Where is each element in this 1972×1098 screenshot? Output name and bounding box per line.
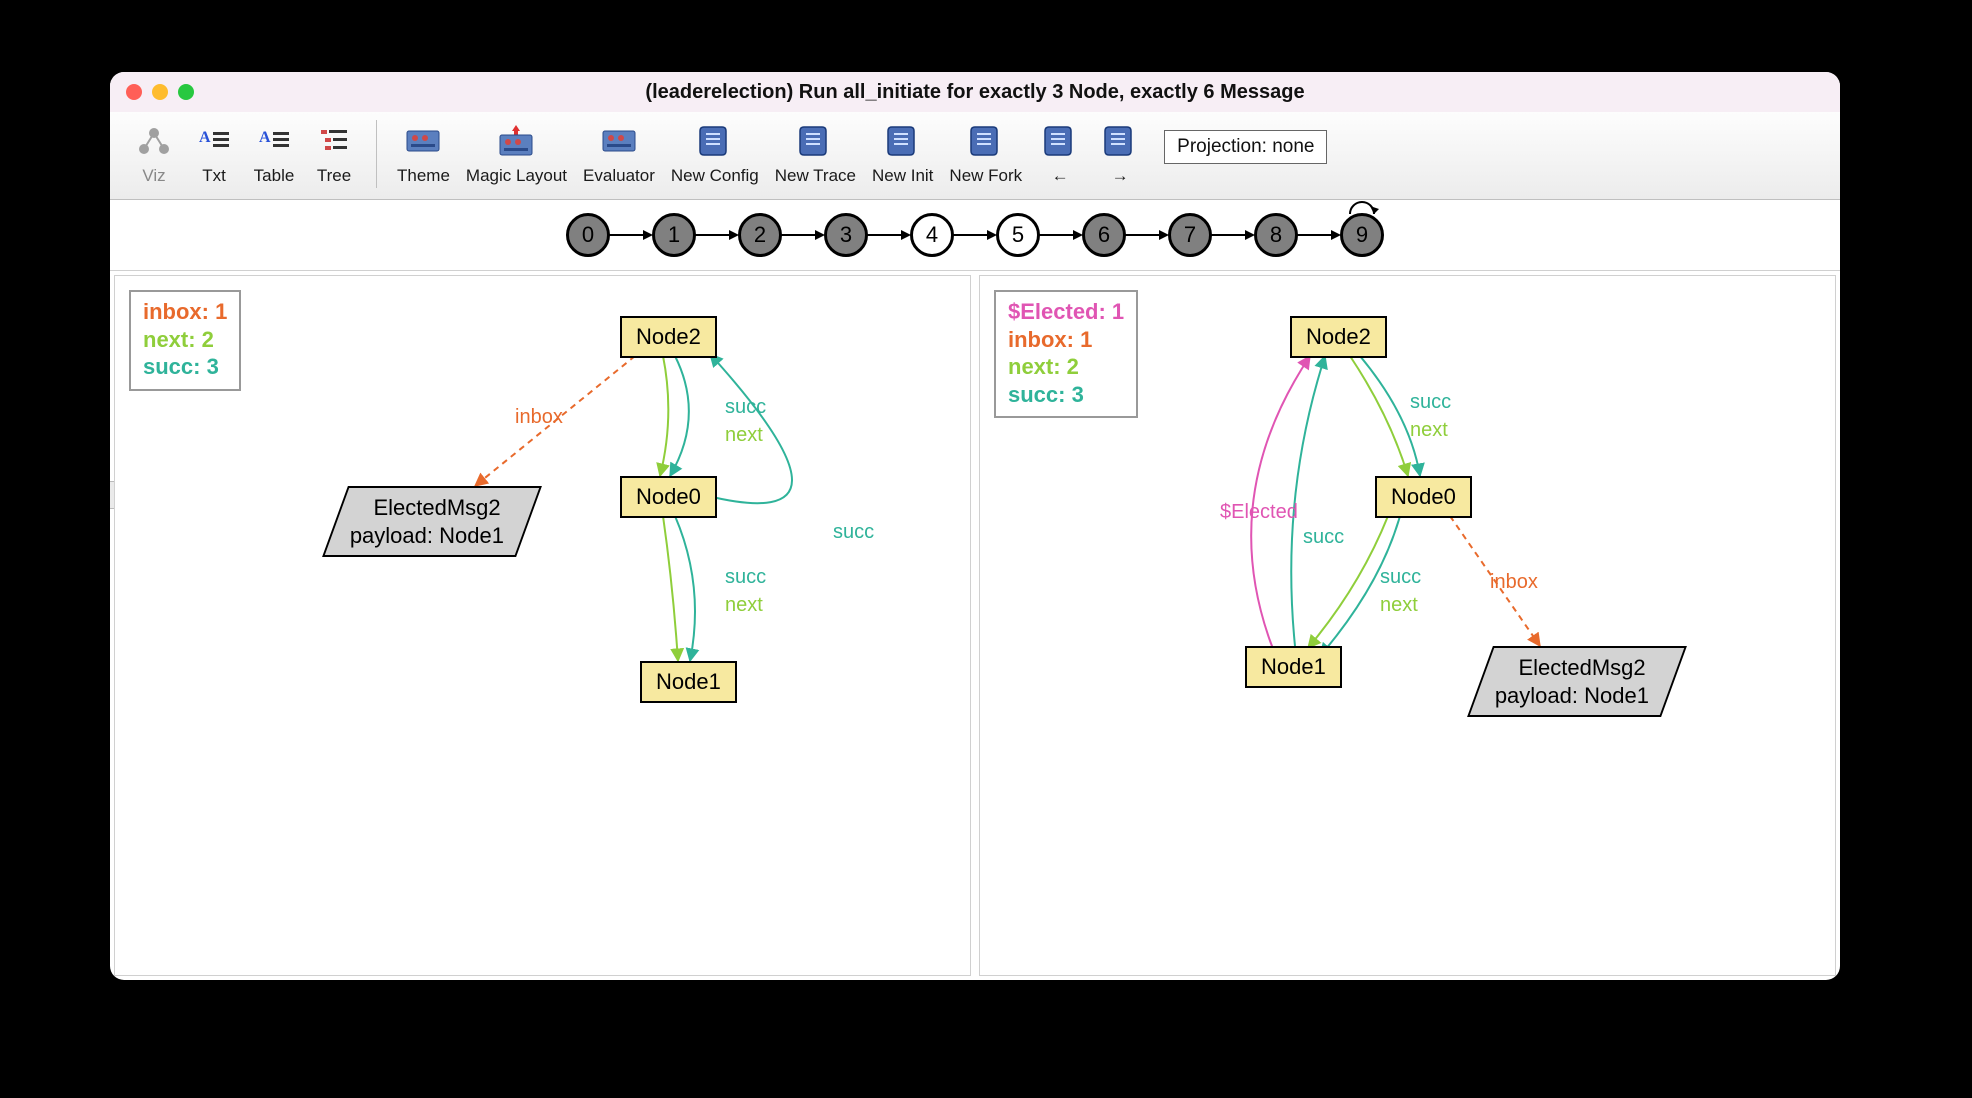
prev-label: ←: [1052, 166, 1069, 186]
legend-item-succ: succ: 3: [143, 353, 227, 381]
theme-button[interactable]: Theme: [389, 120, 458, 186]
new-config-label: New Config: [671, 166, 759, 186]
graph-node-node1[interactable]: Node1: [1245, 646, 1342, 688]
trace-state-2[interactable]: 2: [738, 213, 782, 257]
legend-item-inbox: inbox: 1: [143, 298, 227, 326]
tree-icon: [317, 120, 351, 162]
right-viz-pane[interactable]: $Elected: 1inbox: 1next: 2succ: 3 Node2 N…: [979, 275, 1836, 976]
theme-icon: [403, 120, 443, 162]
viz-icon: [137, 120, 171, 162]
graph-node-node2[interactable]: Node2: [620, 316, 717, 358]
new-fork-button[interactable]: New Fork: [941, 120, 1030, 186]
viz-tab[interactable]: Viz: [124, 120, 184, 186]
scroll-icon: [798, 120, 832, 162]
scroll-icon: [969, 120, 1003, 162]
graph-node-node2[interactable]: Node2: [1290, 316, 1387, 358]
toolbar: Viz A Txt A Table Tree: [110, 112, 1840, 200]
edge-label-inbox: inbox: [515, 406, 563, 429]
scroll-icon: [1043, 120, 1077, 162]
table-tab[interactable]: A Table: [244, 120, 304, 186]
edge-label-succ: succ: [1303, 526, 1344, 549]
magic-layout-button[interactable]: Magic Layout: [458, 120, 575, 186]
trace-state-0[interactable]: 0: [566, 213, 610, 257]
minimize-icon[interactable]: [152, 84, 168, 100]
trace-timeline: 0123456789: [110, 200, 1840, 270]
new-trace-label: New Trace: [775, 166, 856, 186]
content-area: inbox: 1next: 2succ: 3 Node2Node0Node1El…: [110, 270, 1840, 980]
legend: inbox: 1next: 2succ: 3: [129, 290, 241, 391]
theme-label: Theme: [397, 166, 450, 186]
trace-state-9[interactable]: 9: [1340, 213, 1384, 257]
svg-text:A: A: [259, 129, 271, 146]
tree-tab[interactable]: Tree: [304, 120, 364, 186]
projection-label: Projection: none: [1177, 136, 1314, 158]
evaluator-label: Evaluator: [583, 166, 655, 186]
maximize-icon[interactable]: [178, 84, 194, 100]
new-init-button[interactable]: New Init: [864, 120, 941, 186]
edge-label-next: next: [725, 594, 763, 617]
edge-label-next: next: [725, 424, 763, 447]
legend-item-elected: $Elected: 1: [1008, 298, 1124, 326]
legend-item-succ: succ: 3: [1008, 381, 1124, 409]
trace-state-8[interactable]: 8: [1254, 213, 1298, 257]
close-icon[interactable]: [126, 84, 142, 100]
next-button[interactable]: →: [1090, 120, 1150, 186]
tree-label: Tree: [317, 166, 351, 186]
table-icon: A: [257, 120, 291, 162]
graph-node-node0[interactable]: Node0: [620, 476, 717, 518]
graph-node-node0[interactable]: Node0: [1375, 476, 1472, 518]
magic-layout-label: Magic Layout: [466, 166, 567, 186]
new-init-label: New Init: [872, 166, 933, 186]
message-node[interactable]: ElectedMsg2payload: Node1: [1467, 646, 1687, 717]
traffic-lights: [126, 84, 194, 100]
legend-item-next: next: 2: [1008, 353, 1124, 381]
edge-label-next: next: [1380, 594, 1418, 617]
projection-selector[interactable]: Projection: none: [1164, 130, 1327, 164]
trace-state-6[interactable]: 6: [1082, 213, 1126, 257]
legend-item-next: next: 2: [143, 326, 227, 354]
edge-label-succ: succ: [725, 396, 766, 419]
message-node[interactable]: ElectedMsg2payload: Node1: [322, 486, 542, 557]
txt-tab[interactable]: A Txt: [184, 120, 244, 186]
viz-label: Viz: [142, 166, 165, 186]
legend: $Elected: 1inbox: 1next: 2succ: 3: [994, 290, 1138, 418]
edge-label-inbox: inbox: [1490, 571, 1538, 594]
trace-state-4[interactable]: 4: [910, 213, 954, 257]
trace-state-7[interactable]: 7: [1168, 213, 1212, 257]
legend-item-inbox: inbox: 1: [1008, 326, 1124, 354]
scroll-icon: [1103, 120, 1137, 162]
edge-label-succ: succ: [833, 521, 874, 544]
app-window: (leaderelection) Run all_initiate for ex…: [110, 72, 1840, 980]
table-label: Table: [254, 166, 295, 186]
scroll-icon: [698, 120, 732, 162]
trace-state-1[interactable]: 1: [652, 213, 696, 257]
window-title: (leaderelection) Run all_initiate for ex…: [110, 81, 1840, 104]
new-fork-label: New Fork: [949, 166, 1022, 186]
txt-icon: A: [197, 120, 231, 162]
edge-label-succ: succ: [1380, 566, 1421, 589]
svg-text:A: A: [199, 129, 211, 146]
scroll-icon: [886, 120, 920, 162]
new-config-button[interactable]: New Config: [663, 120, 767, 186]
evaluator-icon: [599, 120, 639, 162]
titlebar: (leaderelection) Run all_initiate for ex…: [110, 72, 1840, 112]
trace-state-5[interactable]: 5: [996, 213, 1040, 257]
txt-label: Txt: [202, 166, 226, 186]
evaluator-button[interactable]: Evaluator: [575, 120, 663, 186]
edge-label-elected: $Elected: [1220, 501, 1298, 524]
graph-node-node1[interactable]: Node1: [640, 661, 737, 703]
edge-label-next: next: [1410, 419, 1448, 442]
edge-label-succ: succ: [1410, 391, 1451, 414]
new-trace-button[interactable]: New Trace: [767, 120, 864, 186]
trace-state-3[interactable]: 3: [824, 213, 868, 257]
magic-layout-icon: [496, 120, 536, 162]
left-viz-pane[interactable]: inbox: 1next: 2succ: 3 Node2 Node0 Node1 El…: [114, 275, 971, 976]
prev-button[interactable]: ←: [1030, 120, 1090, 186]
next-label: →: [1112, 166, 1129, 186]
edge-label-succ: succ: [725, 566, 766, 589]
